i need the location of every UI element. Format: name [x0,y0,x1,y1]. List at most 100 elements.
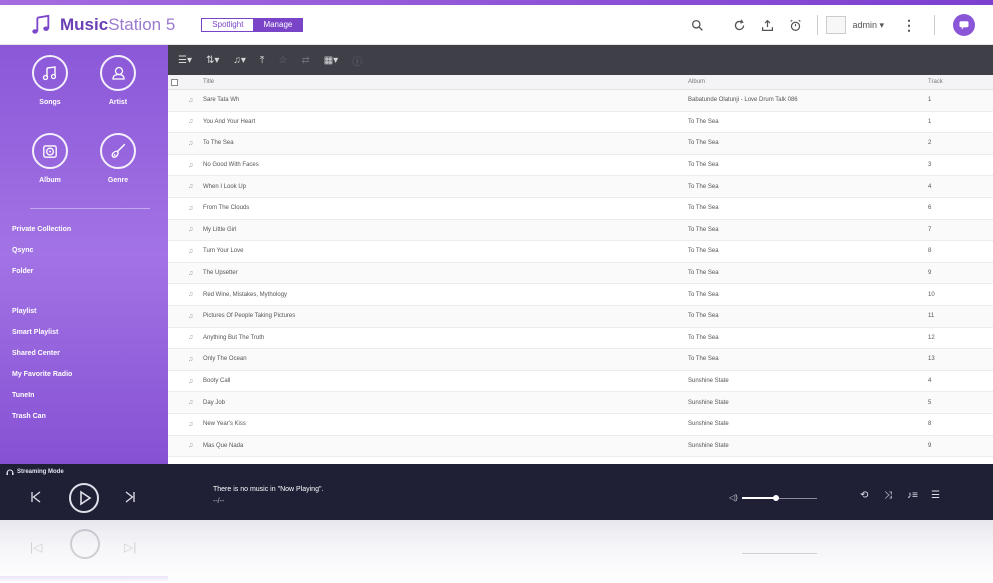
guitar-icon [100,133,136,169]
playlist-queue-icon[interactable]: ☰ [931,490,940,501]
table-row[interactable]: ♫ Turn Your Love To The Sea 8 [168,241,993,263]
music-note-icon: ♫ [188,139,194,147]
category-songs[interactable]: Songs [20,55,80,106]
table-body: ♫ Sare Tata Wh Babatunde Olatunji - Love D… [168,90,993,458]
song-title: Mas Que Nada [203,442,244,449]
sidebar-item-folder[interactable]: Folder [12,261,71,282]
more-options-icon[interactable]: ⋮ [902,17,916,34]
table-header: Title Album Track [168,75,993,90]
reflected-volume-line [742,553,817,554]
table-row[interactable]: ♫ Only The Ocean To The Sea 13 [168,349,993,371]
song-album: To The Sea [688,118,719,125]
table-row[interactable]: ♫ The Upsetter To The Sea 9 [168,262,993,285]
table-row[interactable]: ♫ From The Clouds To The Sea 6 [168,198,993,220]
table-row[interactable]: ♫ Anything But The Truth To The Sea 12 [168,328,993,350]
refresh-icon[interactable] [731,17,747,33]
table-row[interactable]: ♫ You And Your Heart To The Sea 1 [168,112,993,134]
spotlight-mode-tab[interactable]: Spotlight [202,18,254,31]
table-row[interactable]: ♫ My Little Girl To The Sea 7 [168,219,993,242]
song-track: 2 [928,140,932,147]
music-note-icon: ♫ [188,269,194,277]
column-album[interactable]: Album [688,79,705,85]
streaming-mode[interactable]: Streaming Mode [6,468,64,475]
song-title: When I Look Up [203,183,247,190]
sidebar-item-tunein[interactable]: TuneIn [12,385,72,406]
table-row[interactable]: ♫ New Year's Kiss Sunshine State 8 [168,414,993,436]
upload-to-icon[interactable]: ⤒ [260,55,264,66]
song-album: To The Sea [688,226,719,233]
song-track: 10 [928,291,935,298]
manage-mode-tab[interactable]: Manage [253,18,303,31]
table-row[interactable]: ♫ To The Sea To The Sea 2 [168,133,993,155]
artist-icon [100,55,136,91]
song-title: The Upsetter [203,270,238,277]
info-icon[interactable]: ⓘ [352,53,362,68]
song-track: 13 [928,356,935,363]
user-avatar[interactable] [826,16,847,34]
song-title: My Little Girl [203,226,237,233]
song-table: Title Album Track ♫ Sare Tata Wh Babatunde… [168,75,993,458]
grid-view-icon[interactable]: ▦▾ [324,55,338,66]
song-track: 8 [928,248,932,255]
column-title[interactable]: Title [203,79,214,85]
shuffle-icon[interactable]: ⤨ [884,490,892,501]
add-to-playlist-icon[interactable]: ♫▾ [233,55,246,66]
category-artist[interactable]: Artist [88,55,148,106]
song-album: To The Sea [688,356,719,363]
music-note-icon: ♫ [188,291,194,299]
lyrics-icon[interactable]: ♪≡ [907,490,918,501]
sidebar-item-playlist[interactable]: Playlist [12,301,72,322]
select-all-checkbox[interactable] [171,78,178,86]
table-row[interactable]: ♫ Sare Tata Wh Babatunde Olatunji - Love D… [168,90,993,112]
app-logo[interactable]: MusicStation 5 [30,14,175,36]
volume-level [742,497,776,499]
favorite-icon[interactable]: ☆ [278,55,287,66]
category-label: Artist [108,99,128,106]
sort-icon[interactable]: ⇅▾ [206,55,219,66]
user-menu[interactable]: admin ▾ [852,20,884,31]
mode-switch[interactable]: Spotlight Manage [201,17,304,32]
sidebar-item-shared-center[interactable]: Shared Center [12,343,72,364]
volume-handle[interactable] [772,495,779,501]
table-row[interactable]: ♫ No Good With Faces To The Sea 3 [168,155,993,177]
song-track: 6 [928,205,932,212]
song-album: To The Sea [688,291,719,298]
category-album[interactable]: Album [20,133,80,184]
song-album: To The Sea [688,140,719,147]
music-note-icon: ♫ [188,420,194,428]
song-title: Pictures Of People Taking Pictures [203,313,296,320]
next-track-icon[interactable] [124,491,136,503]
alarm-clock-icon[interactable] [787,17,803,33]
volume-icon[interactable]: ◁) [729,493,738,502]
column-track[interactable]: Track [928,79,943,85]
search-icon[interactable] [689,17,705,33]
repeat-icon[interactable]: ⟲ [860,490,868,501]
previous-track-icon[interactable] [30,491,42,503]
upload-icon[interactable] [759,17,775,33]
reflected-previous-icon: |◁ [30,542,43,556]
table-row[interactable]: ♫ When I Look Up To The Sea 4 [168,176,993,198]
music-station-app: MusicStation 5 Spotlight Manage admin ▾ … [0,0,993,583]
table-row[interactable]: ♫ Mas Que Nada Sunshine State 9 [168,435,993,458]
sidebar-item-trash-can[interactable]: Trash Can [12,406,72,427]
chat-icon[interactable] [953,14,975,36]
sidebar-reflection [0,576,168,583]
sidebar-item-smart-playlist[interactable]: Smart Playlist [12,322,72,343]
sidebar-item-my-favorite-radio[interactable]: My Favorite Radio [12,364,72,385]
share-icon[interactable]: ⇄ [301,55,309,66]
song-track: 5 [928,399,932,406]
table-row[interactable]: ♫ Booty Call Sunshine State 4 [168,371,993,393]
table-row[interactable]: ♫ Pictures Of People Taking Pictures To Th… [168,305,993,328]
music-note-icon: ♫ [188,161,194,169]
sidebar-item-private-collection[interactable]: Private Collection [12,219,71,240]
table-row[interactable]: ♫ Day Job Sunshine State 5 [168,392,993,414]
category-genre[interactable]: Genre [88,133,148,184]
music-note-icon [32,55,68,91]
sidebar-item-qsync[interactable]: Qsync [12,240,71,261]
view-list-icon[interactable]: ☰▾ [178,55,192,66]
song-title: Anything But The Truth [203,334,265,341]
song-album: Babatunde Olatunji - Love Drum Talk 086 [688,97,798,104]
play-button[interactable] [69,483,99,513]
song-album: To The Sea [688,205,719,212]
table-row[interactable]: ♫ Red Wine, Mistakes, Mythology To The Sea… [168,284,993,306]
